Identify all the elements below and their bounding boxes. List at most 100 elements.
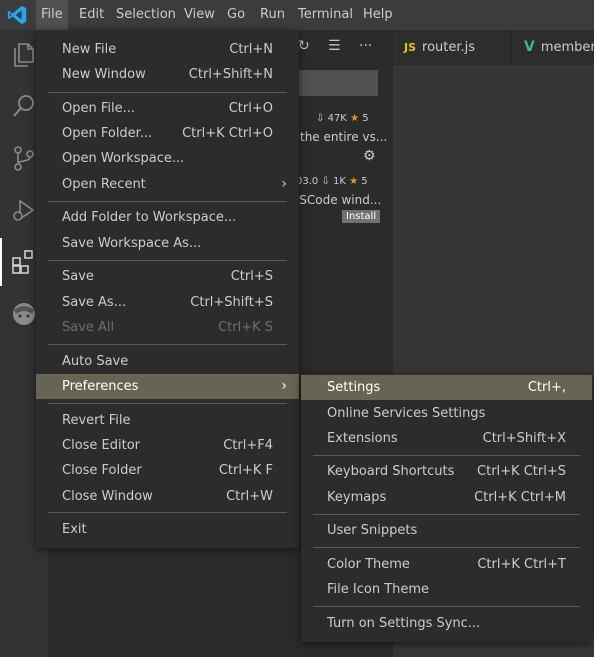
editor-tabs: JS router.js Vmember bbox=[393, 30, 594, 65]
download-count: 1K bbox=[333, 176, 346, 187]
menu-item-shortcut: Ctrl+Shift+X bbox=[482, 431, 566, 446]
source-control-icon[interactable] bbox=[10, 144, 38, 172]
extensions-icon[interactable] bbox=[10, 248, 38, 276]
menu-item-file-icon-theme[interactable]: File Icon Theme bbox=[301, 577, 592, 602]
menu-separator bbox=[313, 514, 580, 515]
menu-item-auto-save[interactable]: Auto Save bbox=[36, 349, 299, 374]
menu-item-keymaps[interactable]: Keymaps Ctrl+K Ctrl+M bbox=[301, 485, 592, 510]
menu-item-save-all: Save All Ctrl+K S bbox=[36, 315, 299, 340]
menu-item-shortcut: Ctrl+O bbox=[228, 101, 273, 116]
menu-separator bbox=[48, 260, 287, 261]
menu-item-label: Close Folder bbox=[62, 463, 142, 478]
gear-icon[interactable]: ⚙ bbox=[363, 148, 376, 164]
filter-icon[interactable]: ☰ bbox=[328, 38, 341, 54]
tab-label: member bbox=[540, 40, 594, 55]
install-button[interactable]: Install bbox=[342, 210, 381, 223]
extensions-search-input[interactable] bbox=[298, 70, 378, 96]
menu-item-label: Close Window bbox=[62, 489, 153, 504]
tab-member[interactable]: Vmember bbox=[513, 30, 594, 65]
menu-file[interactable]: File bbox=[36, 0, 68, 30]
menu-item-label: Turn on Settings Sync... bbox=[327, 616, 481, 631]
vscode-logo-icon bbox=[7, 5, 27, 25]
menu-item-label: New File bbox=[62, 42, 117, 57]
menu-separator bbox=[48, 512, 287, 513]
run-debug-icon[interactable] bbox=[10, 196, 38, 224]
menu-run[interactable]: Run bbox=[255, 0, 290, 30]
explorer-icon[interactable] bbox=[10, 40, 38, 68]
menu-item-label: Color Theme bbox=[327, 557, 410, 572]
download-icon: ⇩ bbox=[316, 113, 325, 124]
menu-item-label: Save All bbox=[62, 320, 115, 335]
menu-view[interactable]: View bbox=[179, 0, 220, 30]
menu-terminal[interactable]: Terminal bbox=[293, 0, 358, 30]
tab-router-js[interactable]: JS router.js bbox=[393, 30, 512, 65]
download-icon: ⇩ bbox=[321, 176, 330, 187]
menu-item-label: Add Folder to Workspace... bbox=[62, 210, 237, 225]
menu-item-new-file[interactable]: New File Ctrl+N bbox=[36, 37, 299, 62]
menu-separator bbox=[48, 403, 287, 404]
menu-item-exit[interactable]: Exit bbox=[36, 517, 299, 542]
menu-go[interactable]: Go bbox=[222, 0, 250, 30]
more-actions-icon[interactable]: ··· bbox=[359, 38, 372, 54]
menu-item-shortcut: Ctrl+N bbox=[229, 42, 273, 57]
menu-item-turn-on-settings-sync[interactable]: Turn on Settings Sync... bbox=[301, 611, 592, 636]
version: 03.0 bbox=[296, 176, 319, 187]
menu-help[interactable]: Help bbox=[358, 0, 398, 30]
menu-item-open-recent[interactable]: Open Recent › bbox=[36, 172, 299, 197]
menu-item-label: Open Folder... bbox=[62, 126, 153, 141]
menu-separator bbox=[48, 344, 287, 345]
extension-stats: ⇩ 47K ★ 5 bbox=[316, 113, 369, 124]
menu-item-save-workspace-as[interactable]: Save Workspace As... bbox=[36, 231, 299, 256]
menu-item-open-folder[interactable]: Open Folder... Ctrl+K Ctrl+O bbox=[36, 121, 299, 146]
menu-item-close-folder[interactable]: Close Folder Ctrl+K F bbox=[36, 458, 299, 483]
submenu-chevron-icon: › bbox=[281, 176, 287, 192]
extension-stats: 03.0 ⇩ 1K ★ 5 bbox=[296, 176, 368, 187]
vue-file-icon: V bbox=[524, 39, 535, 55]
menu-item-label: Keymaps bbox=[327, 490, 387, 505]
menu-item-close-window[interactable]: Close Window Ctrl+W bbox=[36, 484, 299, 509]
rating: 5 bbox=[362, 113, 369, 124]
menu-item-color-theme[interactable]: Color Theme Ctrl+K Ctrl+T bbox=[301, 552, 592, 577]
search-icon[interactable] bbox=[10, 92, 38, 120]
preferences-submenu: Settings Ctrl+, Online Services Settings … bbox=[301, 374, 592, 642]
menu-separator bbox=[48, 201, 287, 202]
menu-item-settings[interactable]: Settings Ctrl+, bbox=[301, 375, 592, 400]
menu-item-label: Open File... bbox=[62, 101, 136, 116]
extension-description: 'SCode wind... bbox=[296, 193, 382, 207]
menu-item-save-as[interactable]: Save As... Ctrl+Shift+S bbox=[36, 290, 299, 315]
menu-item-shortcut: Ctrl+K F bbox=[218, 463, 273, 478]
menu-separator bbox=[313, 547, 580, 548]
menu-item-shortcut: Ctrl+K Ctrl+S bbox=[477, 464, 566, 479]
menu-item-label: Revert File bbox=[62, 413, 131, 428]
menu-item-label: File Icon Theme bbox=[327, 582, 430, 597]
menu-selection[interactable]: Selection bbox=[111, 0, 181, 30]
menu-item-new-window[interactable]: New Window Ctrl+Shift+N bbox=[36, 62, 299, 87]
menu-item-extensions[interactable]: Extensions Ctrl+Shift+X bbox=[301, 426, 592, 451]
menu-item-close-editor[interactable]: Close Editor Ctrl+F4 bbox=[36, 433, 299, 458]
menu-item-keyboard-shortcuts[interactable]: Keyboard Shortcuts Ctrl+K Ctrl+S bbox=[301, 459, 592, 484]
extension-description: the entire vs... bbox=[300, 130, 388, 144]
refresh-icon[interactable]: ↻ bbox=[298, 38, 310, 54]
submenu-chevron-icon: › bbox=[281, 378, 287, 394]
rating: 5 bbox=[361, 176, 368, 187]
menu-item-shortcut: Ctrl+, bbox=[527, 380, 566, 395]
menu-item-label: Open Workspace... bbox=[62, 151, 185, 166]
menu-item-open-file[interactable]: Open File... Ctrl+O bbox=[36, 96, 299, 121]
menu-item-preferences[interactable]: Preferences › bbox=[36, 374, 299, 399]
file-menu: New File Ctrl+N New Window Ctrl+Shift+N Op… bbox=[36, 30, 299, 548]
menu-item-revert-file[interactable]: Revert File bbox=[36, 408, 299, 433]
menu-item-label: Exit bbox=[62, 522, 87, 537]
menu-item-label: New Window bbox=[62, 67, 146, 82]
menu-item-shortcut: Ctrl+K Ctrl+T bbox=[477, 557, 566, 572]
menu-separator bbox=[313, 606, 580, 607]
menu-item-shortcut: Ctrl+Shift+S bbox=[190, 295, 273, 310]
account-avatar-icon[interactable] bbox=[10, 300, 38, 328]
menu-item-open-workspace[interactable]: Open Workspace... bbox=[36, 146, 299, 171]
menu-item-user-snippets[interactable]: User Snippets bbox=[301, 518, 592, 543]
menu-item-online-services-settings[interactable]: Online Services Settings bbox=[301, 401, 592, 426]
menu-edit[interactable]: Edit bbox=[74, 0, 109, 30]
menu-bar: File Edit Selection View Go Run Terminal… bbox=[0, 0, 594, 30]
menu-item-label: Auto Save bbox=[62, 354, 129, 369]
menu-item-add-folder-to-workspace[interactable]: Add Folder to Workspace... bbox=[36, 205, 299, 230]
menu-item-save[interactable]: Save Ctrl+S bbox=[36, 264, 299, 289]
